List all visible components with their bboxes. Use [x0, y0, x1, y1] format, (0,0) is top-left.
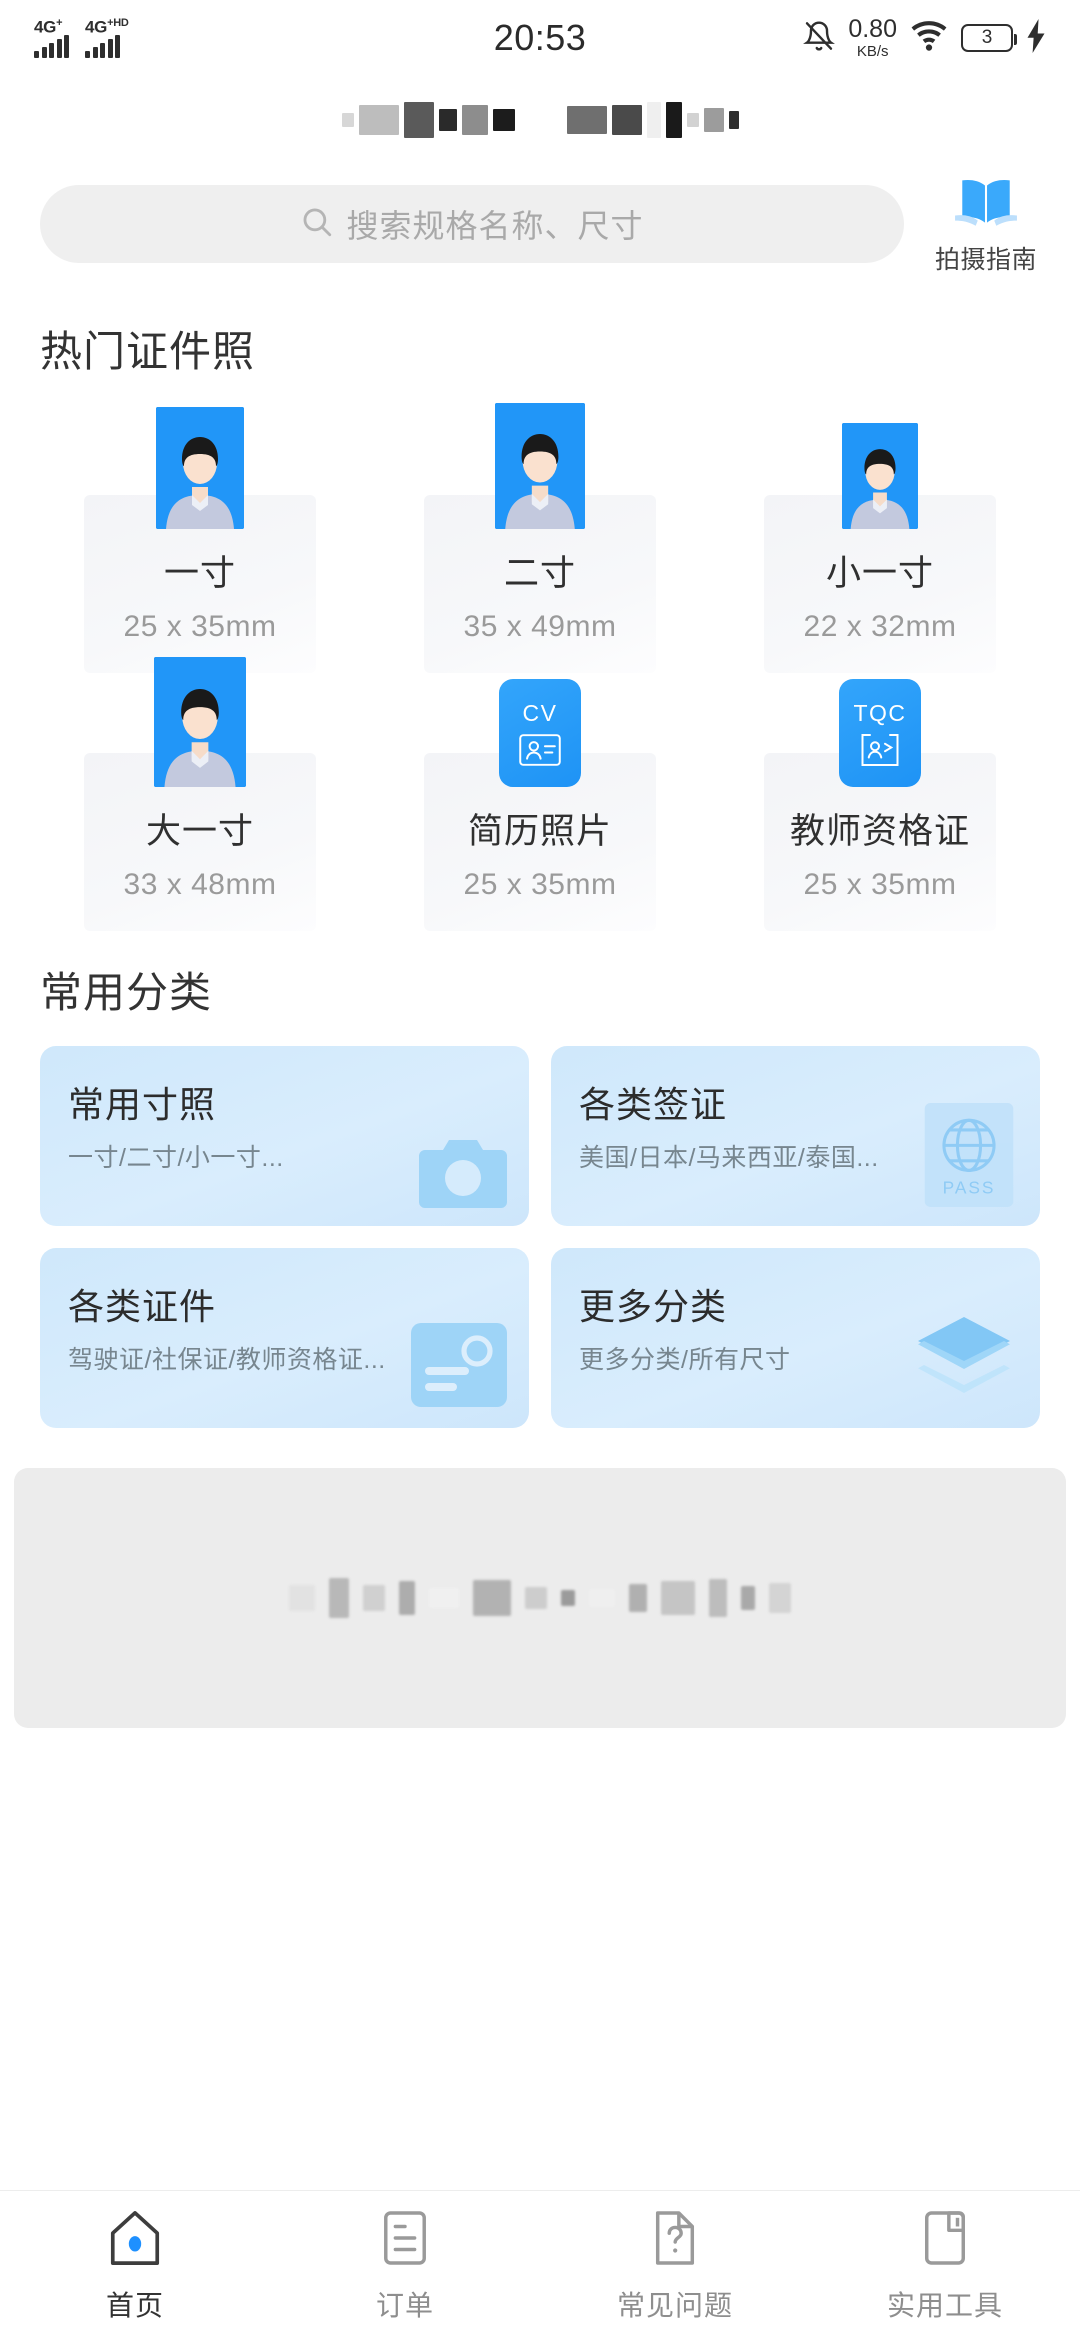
open-book-icon [953, 173, 1019, 234]
hot-card-name: 教师资格证 [789, 812, 970, 851]
portrait-photo-icon [842, 423, 918, 529]
hot-card-size: 25 x 35mm [463, 868, 617, 901]
bottom-navigation-bar: 首页 订单 常见问题 实用工具 [0, 2190, 1080, 2340]
badge-text: TQC [853, 699, 907, 726]
hot-photo-grid: 一寸 25 x 35mm 二寸 35 x 49mm 小一寸 22 x 32mm … [0, 403, 1080, 931]
thumbnail [842, 409, 918, 529]
badge-text: CV [522, 699, 558, 726]
guide-button[interactable]: 拍摄指南 [926, 173, 1046, 276]
hot-card-size: 25 x 35mm [123, 610, 277, 643]
thumbnail [495, 403, 585, 529]
category-subtitle: 驾驶证/社保证/教师资格证... [68, 1346, 386, 1374]
hot-card-name: 简历照片 [467, 812, 612, 851]
hot-card-resume-photo[interactable]: CV 简历照片 25 x 35mm [370, 663, 710, 931]
portrait-photo-icon [495, 403, 585, 529]
hot-card-name: 一寸 [163, 554, 236, 593]
nav-item-tools[interactable]: 实用工具 [810, 2209, 1080, 2324]
nav-label: 实用工具 [886, 2290, 1003, 2321]
hot-card-teacher-certificate[interactable]: TQC 教师资格证 25 x 35mm [710, 663, 1050, 931]
nav-item-home[interactable]: 首页 [0, 2209, 270, 2324]
home-icon [107, 2209, 163, 2272]
hot-card-size: 22 x 32mm [803, 610, 957, 643]
category-subtitle: 美国/日本/马来西亚/泰国... [579, 1144, 879, 1172]
order-list-icon [380, 2209, 430, 2272]
search-input[interactable]: 搜索规格名称、尺寸 [40, 185, 904, 263]
status-bar-clock: 20:53 [493, 17, 587, 58]
nav-label: 订单 [375, 2290, 434, 2321]
mosaic-block-group-1 [341, 102, 515, 138]
nav-item-faq[interactable]: 常见问题 [540, 2209, 810, 2324]
portrait-photo-icon [154, 657, 246, 787]
mosaic-block-group-2 [566, 102, 739, 138]
search-icon [300, 205, 334, 244]
hot-card-ercun[interactable]: 二寸 35 x 49mm [370, 403, 710, 673]
hot-card-xiaoyicun[interactable]: 小一寸 22 x 32mm [710, 405, 1050, 673]
hot-section-title: 热门证件照 [40, 328, 256, 375]
hot-card-size: 25 x 35mm [803, 868, 957, 901]
category-subtitle: 更多分类/所有尺寸 [579, 1346, 791, 1374]
category-title: 更多分类 [579, 1286, 728, 1327]
thumbnail [154, 657, 246, 787]
category-section-title: 常用分类 [40, 969, 213, 1016]
hot-card-name: 二寸 [503, 554, 576, 593]
category-card-visa[interactable]: 各类签证 美国/日本/马来西亚/泰国... PASS [551, 1046, 1040, 1226]
nav-label: 常见问题 [616, 2290, 733, 2321]
bottom-redacted-panel [14, 1468, 1066, 1728]
category-card-more[interactable]: 更多分类 更多分类/所有尺寸 [551, 1248, 1040, 1428]
mosaic-block-group-3 [289, 1578, 791, 1618]
thumbnail [156, 407, 244, 529]
hot-card-size: 33 x 48mm [123, 868, 277, 901]
guide-label: 拍摄指南 [934, 245, 1037, 274]
app-title-redacted [0, 76, 1080, 164]
hot-card-yicun[interactable]: 一寸 25 x 35mm [30, 405, 370, 673]
search-placeholder: 搜索规格名称、尺寸 [346, 208, 644, 244]
cv-badge-icon: CV [499, 679, 581, 787]
content-spacer [0, 1728, 1080, 2190]
status-bar: 4G+ 4G+HD 20:53 0.80 KB/s 3 [0, 0, 1080, 76]
battery-indicator: 3 [961, 24, 1017, 52]
tools-save-icon [920, 2209, 970, 2272]
category-title: 常用寸照 [68, 1084, 217, 1125]
category-subtitle: 一寸/二寸/小一寸... [68, 1144, 284, 1172]
hot-card-name: 小一寸 [825, 554, 934, 593]
faq-doc-icon [650, 2209, 700, 2272]
thumbnail: CV [499, 667, 581, 787]
category-card-documents[interactable]: 各类证件 驾驶证/社保证/教师资格证... [40, 1248, 529, 1428]
tqc-badge-icon: TQC [839, 679, 921, 787]
category-grid: 常用寸照 一寸/二寸/小一寸... 各类签证 美国/日本/马来西亚/泰国... [0, 1046, 1080, 1428]
passport-icon-text: PASS [943, 1178, 996, 1198]
nav-label: 首页 [105, 2290, 164, 2321]
category-title: 各类签证 [579, 1084, 728, 1125]
app-screen: 4G+ 4G+HD 20:53 0.80 KB/s 3 搜索规格名称、尺寸 拍摄… [0, 0, 1080, 2340]
hot-card-dayicun[interactable]: 大一寸 33 x 48mm [30, 657, 370, 931]
hot-card-name: 大一寸 [145, 812, 254, 851]
portrait-photo-icon [156, 407, 244, 529]
nav-item-orders[interactable]: 订单 [270, 2209, 540, 2324]
thumbnail: TQC [839, 667, 921, 787]
hot-card-size: 35 x 49mm [463, 610, 617, 643]
category-title: 各类证件 [68, 1286, 217, 1327]
search-row: 搜索规格名称、尺寸 拍摄指南 [0, 164, 1080, 284]
category-card-common-sizes[interactable]: 常用寸照 一寸/二寸/小一寸... [40, 1046, 529, 1226]
